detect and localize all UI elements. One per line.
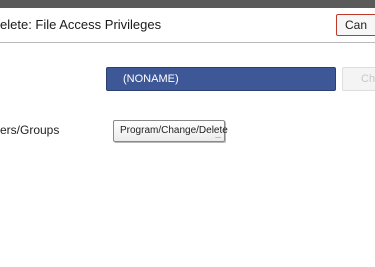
name-value-field: (NONAME) [106, 67, 336, 91]
page-title: elete: File Access Privileges [0, 17, 162, 32]
change-button[interactable]: Ch [342, 67, 375, 91]
top-status-strip [0, 0, 375, 8]
title-bar: elete: File Access Privileges Can [0, 8, 375, 43]
cancel-button[interactable]: Can [336, 14, 375, 36]
users-groups-label: ers/Groups [0, 123, 60, 137]
more-indicator: ... [215, 133, 221, 140]
program-change-delete-label: Program/Change/Delete [120, 125, 228, 136]
screen: elete: File Access Privileges Can (NONAM… [0, 0, 375, 267]
program-change-delete-button[interactable]: Program/Change/Delete ... [113, 120, 228, 142]
